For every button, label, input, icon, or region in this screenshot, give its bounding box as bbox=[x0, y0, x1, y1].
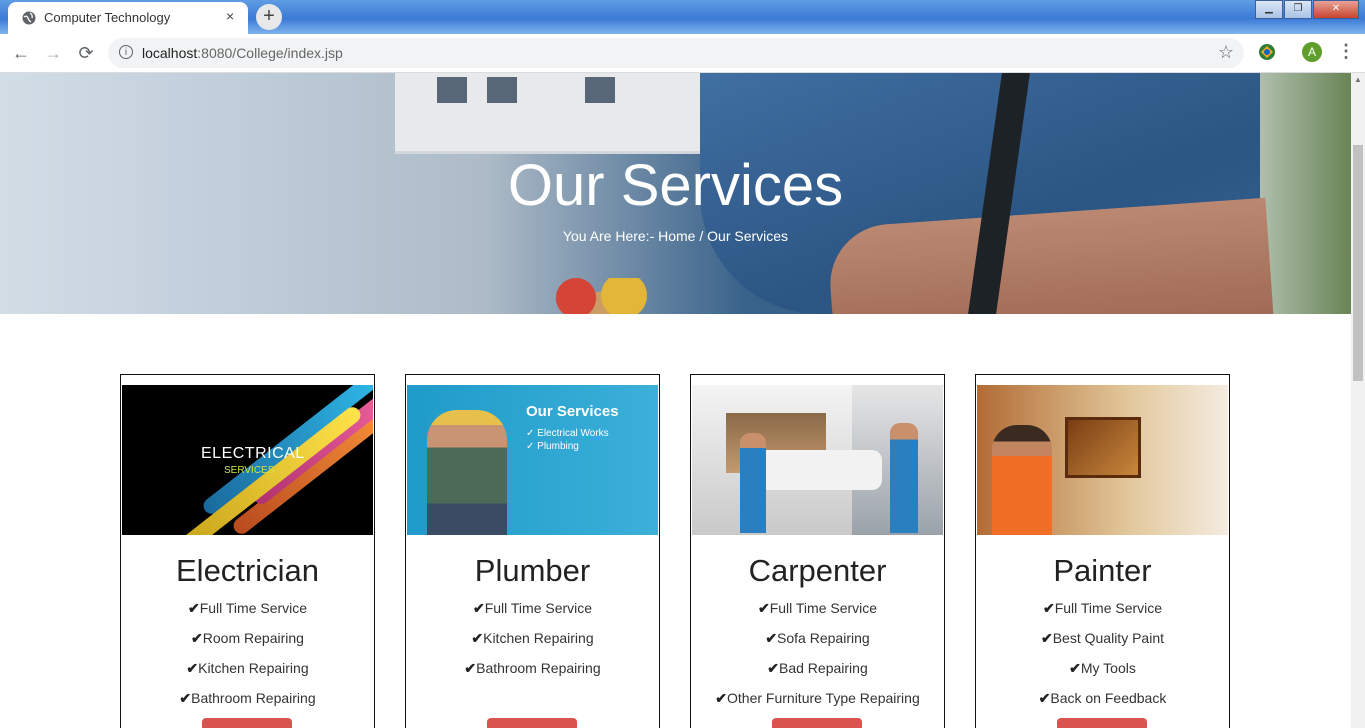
check-icon: ✔ bbox=[179, 690, 192, 706]
back-button[interactable]: ← bbox=[10, 42, 32, 64]
feature-item: ✔Kitchen Repairing bbox=[186, 660, 309, 676]
scrollbar-thumb[interactable] bbox=[1353, 145, 1363, 381]
feature-item: ✔Other Furniture Type Repairing bbox=[715, 690, 920, 706]
plumbing-image-title: Our Services bbox=[526, 403, 619, 420]
plumber-action-button[interactable] bbox=[487, 718, 577, 728]
check-icon: ✔ bbox=[191, 630, 203, 646]
address-bar[interactable]: i localhost:8080/College/index.jsp ☆ bbox=[108, 38, 1244, 68]
forward-button[interactable]: → bbox=[42, 42, 64, 64]
painter-services-image bbox=[977, 385, 1228, 535]
plumbing-image-list: ✓ Electrical Works ✓ Plumbing bbox=[526, 428, 609, 452]
browser-menu-icon[interactable]: ⋮ bbox=[1337, 41, 1355, 62]
check-icon: ✔ bbox=[472, 600, 485, 616]
check-icon: ✔ bbox=[1042, 600, 1055, 616]
feature-item: ✔Kitchen Repairing bbox=[471, 630, 594, 646]
check-icon: ✔ bbox=[1038, 690, 1051, 706]
check-icon: ✔ bbox=[1040, 630, 1053, 646]
extension-icon[interactable] bbox=[1258, 43, 1276, 61]
carpenter-action-button[interactable] bbox=[772, 718, 862, 728]
window-close-button[interactable]: ✕ bbox=[1313, 0, 1359, 19]
plumbing-services-image: Our Services ✓ Electrical Works ✓ Plumbi… bbox=[407, 385, 658, 535]
page-viewport: Our Services You Are Here:- Home / Our S… bbox=[0, 73, 1351, 728]
electrical-image-sublabel: SERVICES bbox=[224, 465, 275, 476]
restore-button[interactable]: ❐ bbox=[1284, 0, 1312, 19]
new-tab-button[interactable]: + bbox=[256, 4, 282, 30]
reload-button[interactable]: ⟳ bbox=[75, 42, 97, 64]
check-icon: ✔ bbox=[187, 600, 200, 616]
check-icon: ✔ bbox=[767, 660, 779, 676]
service-title: Painter bbox=[1053, 553, 1152, 588]
service-card-plumber: Our Services ✓ Electrical Works ✓ Plumbi… bbox=[405, 374, 660, 728]
feature-item: ✔Bathroom Repairing bbox=[179, 690, 316, 706]
minimize-button[interactable]: ▁ bbox=[1255, 0, 1283, 19]
tab-close-icon[interactable]: × bbox=[226, 8, 234, 24]
painter-action-button[interactable] bbox=[1057, 718, 1147, 728]
service-card-painter: Painter ✔Full Time Service ✔Best Quality… bbox=[975, 374, 1230, 728]
feature-item: ✔Full Time Service bbox=[757, 600, 878, 616]
browser-toolbar: ← → ⟳ i localhost:8080/College/index.jsp… bbox=[0, 34, 1365, 73]
feature-list: ✔Full Time Service ✔Kitchen Repairing ✔B… bbox=[406, 600, 659, 690]
feature-list: ✔Full Time Service ✔Room Repairing ✔Kitc… bbox=[121, 600, 374, 720]
window-controls: ▁ ❐ ✕ bbox=[1254, 0, 1359, 19]
breadcrumb: You Are Here:- Home / Our Services bbox=[562, 228, 789, 244]
page-scrollbar[interactable]: ▲ bbox=[1351, 73, 1365, 728]
profile-avatar[interactable]: A bbox=[1302, 42, 1322, 62]
feature-item: ✔Full Time Service bbox=[187, 600, 308, 616]
feature-item: ✔Full Time Service bbox=[1042, 600, 1163, 616]
feature-item: ✔Back on Feedback bbox=[1038, 690, 1167, 706]
feature-list: ✔Full Time Service ✔Sofa Repairing ✔Bad … bbox=[691, 600, 944, 720]
check-icon: ✔ bbox=[765, 630, 778, 646]
check-icon: ✔ bbox=[464, 660, 477, 676]
bookmark-star-icon[interactable]: ☆ bbox=[1218, 42, 1234, 63]
window-titlebar: Computer Technology × + ▁ ❐ ✕ bbox=[0, 0, 1365, 34]
tab-title: Computer Technology bbox=[44, 10, 171, 25]
carpenter-services-image bbox=[692, 385, 943, 535]
check-icon: ✔ bbox=[471, 630, 484, 646]
feature-list: ✔Full Time Service ✔Best Quality Paint ✔… bbox=[976, 600, 1229, 720]
url-host: localhost bbox=[142, 45, 198, 61]
service-card-carpenter: Carpenter ✔Full Time Service ✔Sofa Repai… bbox=[690, 374, 945, 728]
check-icon: ✔ bbox=[1069, 660, 1081, 676]
page-title: Our Services bbox=[507, 153, 844, 218]
electrician-action-button[interactable] bbox=[202, 718, 292, 728]
service-card-electrician: ELECTRICAL SERVICES Electrician ✔Full Ti… bbox=[120, 374, 375, 728]
browser-tab[interactable]: Computer Technology × bbox=[8, 2, 248, 34]
feature-item: ✔Bathroom Repairing bbox=[464, 660, 601, 676]
check-icon: ✔ bbox=[715, 690, 727, 706]
electrical-image-label: ELECTRICAL bbox=[201, 445, 305, 462]
service-title: Plumber bbox=[474, 553, 591, 588]
feature-item: ✔Full Time Service bbox=[472, 600, 593, 616]
feature-item: ✔Sofa Repairing bbox=[765, 630, 870, 646]
globe-icon bbox=[22, 11, 36, 25]
check-icon: ✔ bbox=[757, 600, 770, 616]
info-icon[interactable]: i bbox=[119, 45, 133, 59]
feature-item: ✔Room Repairing bbox=[191, 630, 304, 646]
scroll-up-icon[interactable]: ▲ bbox=[1354, 75, 1362, 84]
url-path: :8080/College/index.jsp bbox=[197, 45, 343, 61]
url-text[interactable]: localhost:8080/College/index.jsp bbox=[142, 45, 343, 61]
feature-item: ✔My Tools bbox=[1069, 660, 1136, 676]
service-title: Carpenter bbox=[748, 553, 887, 588]
service-title: Electrician bbox=[176, 553, 319, 588]
check-icon: ✔ bbox=[186, 660, 199, 676]
feature-item: ✔Best Quality Paint bbox=[1040, 630, 1164, 646]
hero-banner: Our Services You Are Here:- Home / Our S… bbox=[0, 73, 1351, 314]
feature-item: ✔Bad Repairing bbox=[767, 660, 868, 676]
electrical-services-image: ELECTRICAL SERVICES bbox=[122, 385, 373, 535]
